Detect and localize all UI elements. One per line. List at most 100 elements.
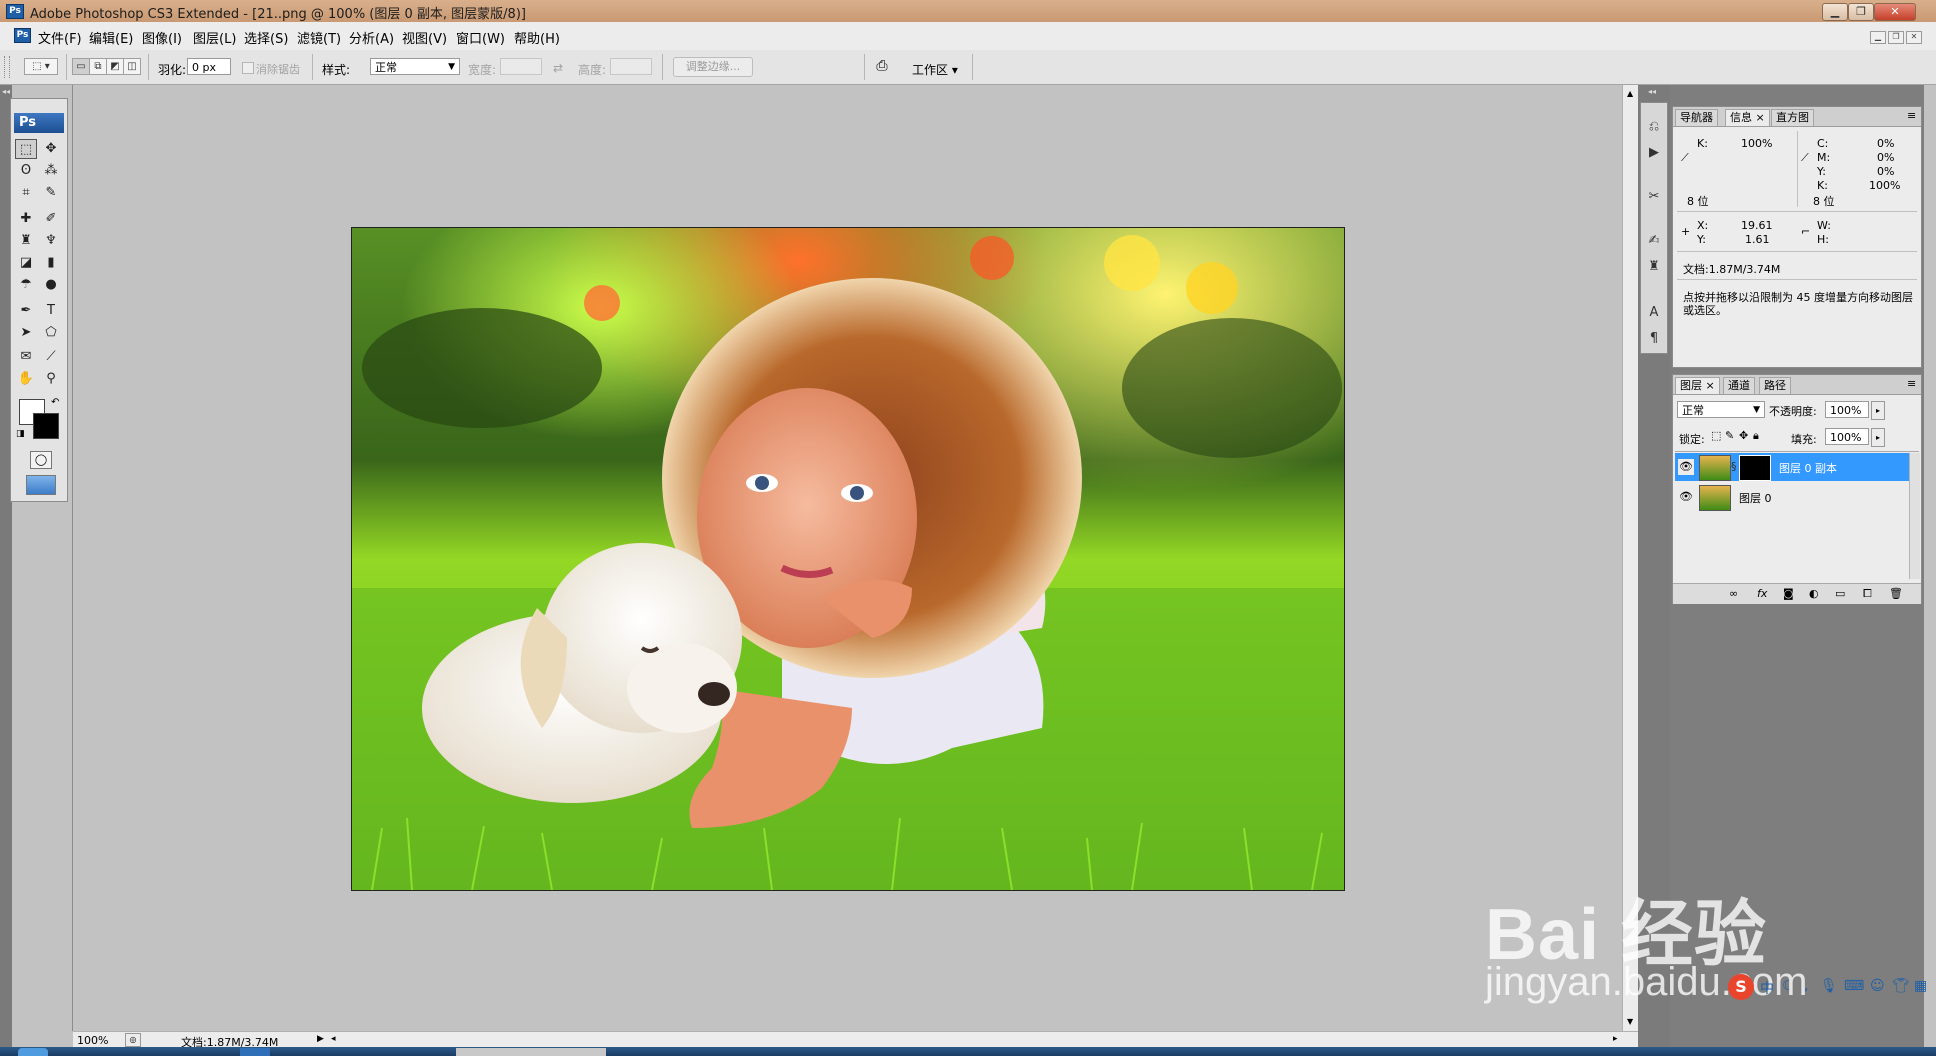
blend-mode-select[interactable]: 正常 ▼ [1677,401,1765,418]
doc-close-icon[interactable]: ✕ [1906,31,1922,44]
brush-tool-icon[interactable]: ✐ [40,209,62,229]
ime-moon-icon[interactable]: ☾ [1782,978,1795,994]
ime-user-icon[interactable]: ☺ [1870,978,1885,994]
tab-histogram[interactable]: 直方图 [1771,109,1814,126]
dodge-tool-icon[interactable]: ● [40,275,62,295]
tool-presets-icon[interactable]: ✂ [1644,187,1664,207]
group-icon[interactable]: ▭ [1835,587,1845,600]
move-tool-icon[interactable]: ✥ [40,139,62,159]
new-layer-icon[interactable]: ⧠ [1863,587,1872,601]
eraser-tool-icon[interactable]: ◪ [15,253,37,273]
marquee-tool-icon[interactable]: ⬚ [15,139,37,159]
eyedropper-tool-icon[interactable]: ⟋ [40,347,62,367]
ime-grid-icon[interactable]: ▦ [1914,978,1927,994]
grip-icon[interactable] [4,56,10,78]
lock-all-icon[interactable]: 🔒︎ [1753,429,1759,443]
refine-edge-button[interactable]: 调整边缘... [673,57,753,77]
gradient-tool-icon[interactable]: ▮ [40,253,62,273]
layer-name[interactable]: 图层 0 副本 [1779,460,1837,476]
lock-position-icon[interactable]: ✥ [1739,429,1748,442]
brushes-icon[interactable]: ✍ [1644,231,1664,251]
scroll-down-icon[interactable]: ▼ [1627,1017,1633,1026]
scroll-left-icon[interactable]: ◂ [331,1034,336,1044]
menu-window[interactable]: 窗口(W) [456,28,505,47]
doc-restore-icon[interactable]: ❐ [1888,31,1904,44]
width-input[interactable] [500,58,542,75]
document-icon[interactable]: Ps [14,28,31,43]
adjustment-icon[interactable]: ◐ [1809,587,1819,600]
actions-icon[interactable]: ▶ [1644,143,1664,163]
clone-stamp-tool-icon[interactable]: ♜ [15,231,37,251]
minimize-icon[interactable]: ▁ [1822,3,1848,21]
history-icon[interactable]: ⎌ [1644,117,1664,137]
trash-icon[interactable]: 🗑︎ [1889,587,1903,600]
eyedropper-icon[interactable]: ⟋ [1801,151,1809,165]
tab-navigator[interactable]: 导航器 [1675,109,1718,126]
layer-row[interactable]: 👁︎ 图层 0 [1675,483,1919,511]
taskbar-app[interactable] [456,1048,606,1056]
tab-channels[interactable]: 通道 [1723,377,1755,394]
layer-name[interactable]: 图层 0 [1739,490,1772,506]
menu-filter[interactable]: 滤镜(T) [297,28,341,47]
healing-brush-tool-icon[interactable]: ✚ [15,209,37,229]
eyedropper-icon[interactable]: ⟋ [1681,151,1689,165]
layer-row-selected[interactable]: 👁︎ § 图层 0 副本 [1675,453,1919,481]
slice-tool-icon[interactable]: ✎ [40,183,62,203]
panel-menu-icon[interactable]: ≡ [1907,377,1916,390]
scroll-up-icon[interactable]: ▲ [1627,89,1633,98]
toolbox-header[interactable]: Ps [14,113,64,133]
clone-source-icon[interactable]: ♜ [1644,257,1664,277]
zoom-level[interactable]: 100% [77,1034,108,1047]
start-button[interactable] [18,1048,48,1056]
tab-layers[interactable]: 图层 × [1675,377,1720,394]
collapse-icon[interactable]: ◂◂ [1648,87,1656,96]
notes-tool-icon[interactable]: ✉ [15,347,37,367]
doc-minimize-icon[interactable]: ▁ [1870,31,1886,44]
link-icon[interactable]: § [1731,460,1737,473]
ime-lang-icon[interactable]: 中 [1760,978,1774,998]
pen-tool-icon[interactable]: ✒ [15,301,37,321]
blur-tool-icon[interactable]: ☂ [15,275,37,295]
default-colors-icon[interactable]: ◨ [16,429,25,439]
menu-edit[interactable]: 编辑(E) [89,28,133,47]
bridge-icon[interactable]: ⎙ [872,58,892,75]
menu-select[interactable]: 选择(S) [244,28,288,47]
tab-paths[interactable]: 路径 [1759,377,1791,394]
panel-menu-icon[interactable]: ≡ [1907,109,1916,122]
swap-colors-icon[interactable]: ↶ [51,397,59,408]
menu-file[interactable]: 文件(F) [38,28,82,47]
type-tool-icon[interactable]: T [40,301,62,321]
opacity-slider-icon[interactable]: ▸ [1871,401,1885,420]
quick-mask-icon[interactable]: ◯ [30,451,52,469]
close-icon[interactable]: ✕ [1874,3,1916,21]
tab-info[interactable]: 信息 × [1725,109,1770,126]
document-image[interactable] [351,227,1345,891]
crop-tool-icon[interactable]: ⌗ [15,183,37,203]
menu-analysis[interactable]: 分析(A) [349,28,394,47]
status-menu-icon[interactable]: ◎ [125,1033,141,1047]
zoom-tool-icon[interactable]: ⚲ [40,369,62,389]
shape-tool-icon[interactable]: ⬠ [40,323,62,343]
status-arrow-icon[interactable]: ▶ [317,1034,324,1044]
ime-mic-icon[interactable]: 🎙︎ [1820,978,1838,994]
menu-image[interactable]: 图像(I) [142,28,182,47]
screen-mode-icon[interactable] [26,475,56,495]
collapse-icon[interactable]: ◂◂ [2,87,10,96]
layer-mask-thumbnail[interactable] [1739,455,1771,481]
swap-icon[interactable]: ⇄ [553,61,563,75]
opacity-input[interactable]: 100% [1825,401,1869,418]
style-select[interactable]: 正常 ▼ [370,58,460,75]
eye-icon[interactable]: 👁︎ [1678,489,1694,505]
ime-punct-icon[interactable]: , [1804,978,1808,994]
fill-slider-icon[interactable]: ▸ [1871,428,1885,447]
mask-icon[interactable]: ◙ [1783,587,1794,600]
character-icon[interactable]: A [1644,303,1664,323]
ime-skin-icon[interactable]: 👕︎ [1892,978,1910,994]
eye-icon[interactable]: 👁︎ [1678,459,1694,475]
paragraph-icon[interactable]: ¶ [1644,329,1664,349]
add-selection-icon[interactable]: ⧉ [89,58,107,75]
new-selection-icon[interactable]: ▭ [72,58,90,75]
path-selection-tool-icon[interactable]: ➤ [15,323,37,343]
background-color-swatch[interactable] [33,413,59,439]
ime-logo-icon[interactable]: S [1728,974,1754,1000]
